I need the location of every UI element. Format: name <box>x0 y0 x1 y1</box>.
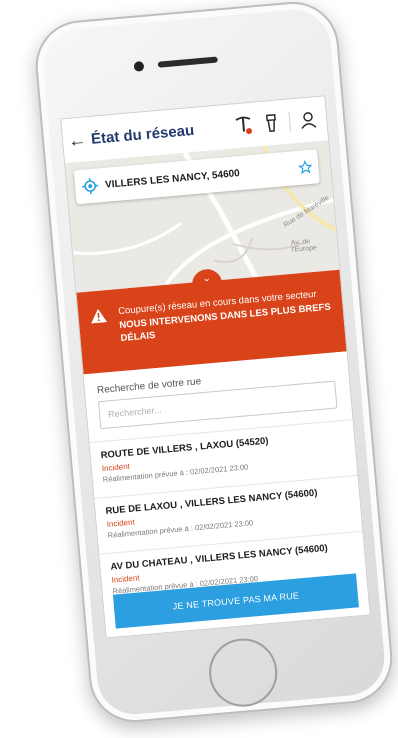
flashlight-icon[interactable] <box>260 111 282 135</box>
phone-device: ← État du réseau Rue de Maréville Av. de… <box>31 0 397 726</box>
front-camera <box>133 60 145 72</box>
page-title: État du réseau <box>90 121 195 148</box>
status-badge: Incident <box>101 461 131 474</box>
warning-icon <box>90 308 108 328</box>
back-button[interactable]: ← <box>62 128 92 151</box>
tools-icon[interactable] <box>233 114 255 138</box>
street-name: ROUTE DE VILLERS , LAXOU (54520) <box>100 435 269 462</box>
location-value: VILLERS LES NANCY, 54600 <box>104 167 241 191</box>
header-divider <box>288 111 292 132</box>
home-button[interactable] <box>206 635 281 710</box>
app-screen: ← État du réseau Rue de Maréville Av. de… <box>60 95 371 639</box>
status-badge: Incident <box>111 573 140 585</box>
street-search-panel: Recherche de votre rue ROUTE DE VILLERS … <box>83 351 370 638</box>
earpiece-speaker <box>157 56 218 68</box>
locate-icon[interactable] <box>75 177 106 196</box>
header-actions <box>233 107 328 137</box>
star-icon[interactable] <box>292 159 319 175</box>
stage: ← État du réseau Rue de Maréville Av. de… <box>0 0 398 738</box>
user-icon[interactable] <box>297 108 319 132</box>
status-badge: Incident <box>106 517 136 529</box>
